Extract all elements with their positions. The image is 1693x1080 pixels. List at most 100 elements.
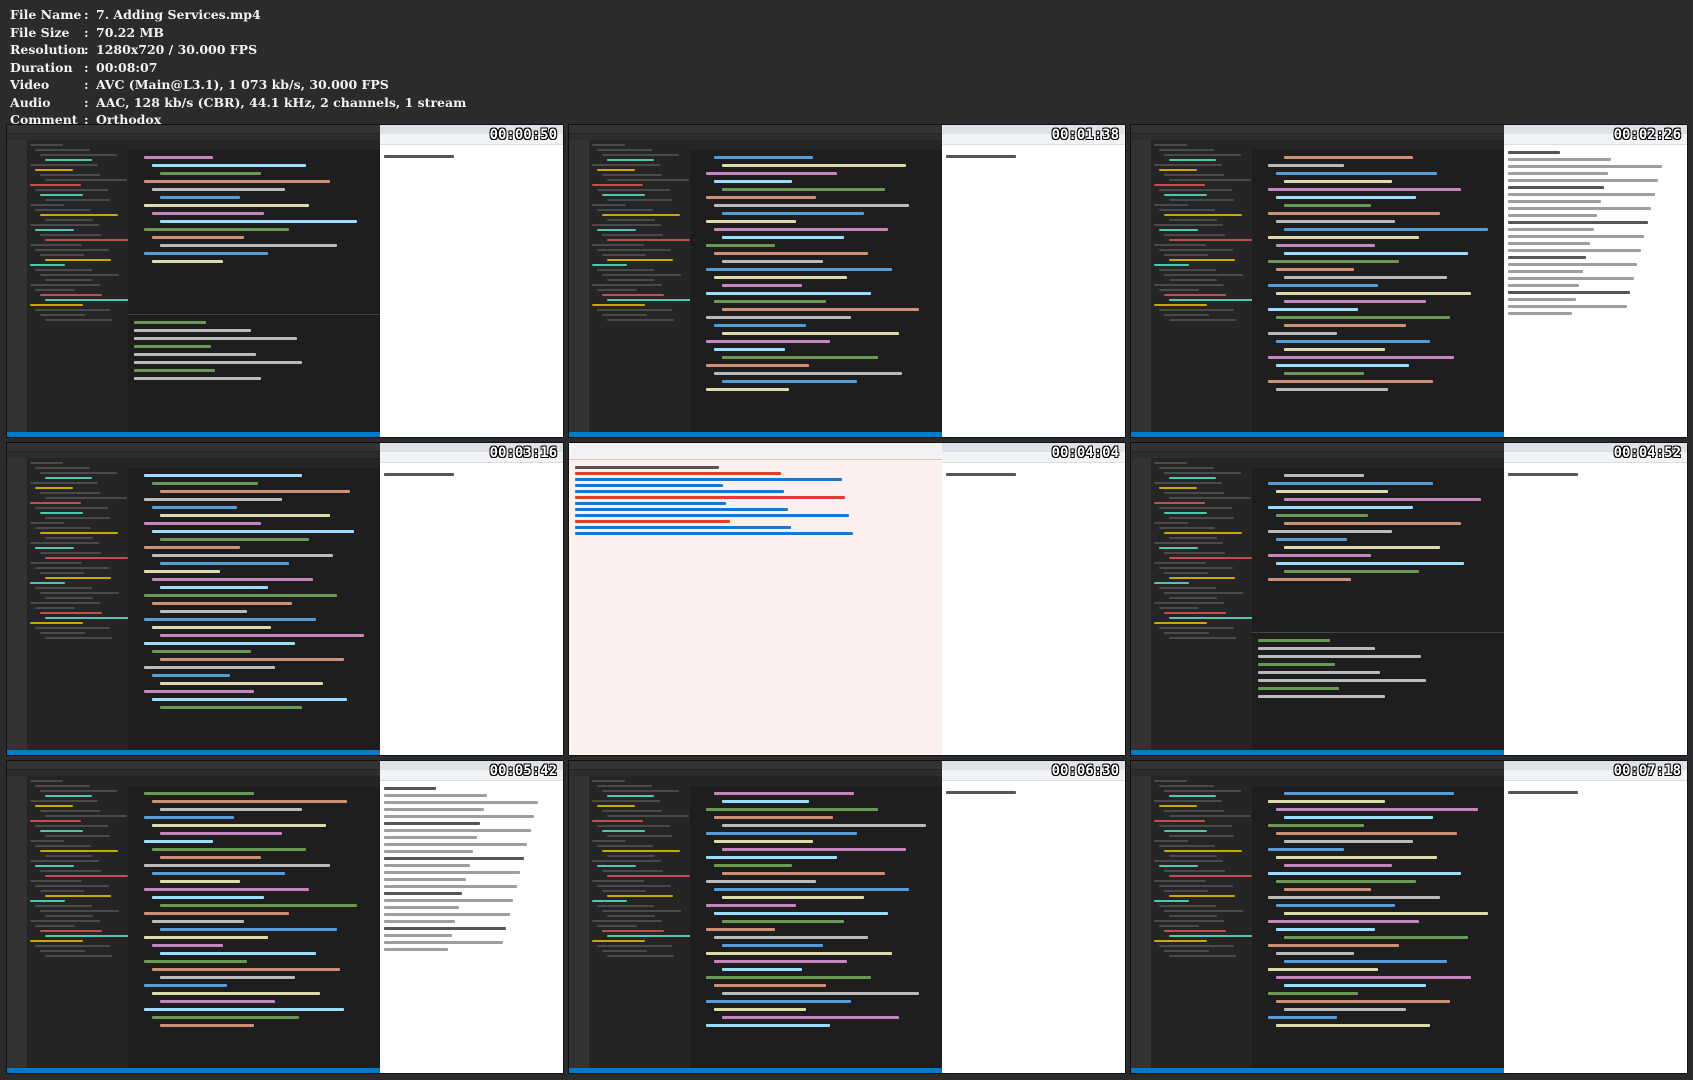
code-line: [152, 554, 334, 557]
explorer-file-entry: [45, 855, 93, 857]
code-line: [144, 960, 248, 963]
explorer-file-entry: [1154, 284, 1225, 286]
explorer-file-entry: [40, 254, 84, 256]
code-line: [152, 824, 327, 827]
code-line: [722, 992, 920, 995]
code-line: [160, 856, 261, 859]
page-text-line: [383, 864, 470, 867]
explorer-file-entry: [1154, 920, 1225, 922]
explorer-file-entry: [1154, 622, 1208, 624]
explorer-sidebar: [27, 140, 129, 432]
code-line: [1284, 816, 1434, 819]
code-line: [706, 292, 872, 295]
metadata-value: AAC, 128 kb/s (CBR), 44.1 kHz, 2 channel…: [96, 94, 467, 110]
code-area: [128, 786, 380, 1068]
explorer-file-entry: [1154, 780, 1188, 782]
explorer-file-entry: [45, 219, 93, 221]
explorer-file-entry: [602, 930, 664, 932]
explorer-file-entry: [30, 164, 99, 166]
explorer-file-entry: [40, 930, 102, 932]
code-line: [1284, 936, 1468, 939]
browser-window-screenshot: [379, 761, 563, 1073]
explorer-file-entry: [40, 890, 84, 892]
explorer-file-entry: [607, 199, 672, 201]
code-line: [1284, 1008, 1406, 1011]
code-line: [706, 904, 796, 907]
console-line: [575, 508, 788, 511]
explorer-file-entry: [35, 607, 75, 609]
explorer-file-entry: [597, 825, 671, 827]
explorer-file-entry: [1154, 562, 1207, 564]
code-line: [160, 928, 337, 931]
code-editor: [128, 140, 380, 432]
editor-tabs: [690, 776, 942, 786]
explorer-file-entry: [592, 800, 661, 802]
terminal-line: [1258, 679, 1426, 683]
explorer-file-entry: [607, 299, 691, 301]
vscode-body: [7, 140, 380, 432]
code-line: [714, 960, 848, 963]
explorer-file-entry: [1164, 592, 1243, 594]
explorer-file-entry: [1159, 905, 1216, 907]
explorer-file-entry: [45, 259, 111, 261]
code-line: [144, 228, 289, 231]
explorer-file-entry: [40, 552, 101, 554]
integrated-terminal: [128, 314, 380, 432]
vscode-title-bar: [7, 443, 380, 452]
video-thumbnail: 00:05:42: [6, 760, 564, 1074]
code-line: [144, 204, 310, 207]
explorer-file-entry: [30, 800, 99, 802]
explorer-file-entry: [30, 622, 84, 624]
explorer-file-entry: [30, 462, 64, 464]
code-line: [152, 848, 306, 851]
page-text-line: [383, 906, 459, 909]
code-line: [152, 236, 244, 239]
code-line: [1268, 530, 1392, 533]
code-area: [128, 150, 380, 314]
vscode-window-screenshot: [1131, 125, 1504, 437]
explorer-file-entry: [592, 244, 645, 246]
page-text-line: [1507, 277, 1634, 280]
explorer-file-entry: [597, 189, 671, 191]
code-line: [1284, 912, 1489, 915]
explorer-file-entry: [602, 910, 681, 912]
explorer-file-entry: [40, 294, 102, 296]
explorer-file-entry: [35, 507, 109, 509]
code-line: [1284, 228, 1489, 231]
page-text-line: [945, 155, 1016, 158]
explorer-file-entry: [592, 820, 644, 822]
explorer-file-entry: [45, 795, 92, 797]
explorer-file-entry: [1159, 269, 1216, 271]
code-line: [152, 968, 341, 971]
editor-tabs: [1252, 140, 1504, 150]
code-area: [690, 786, 942, 1068]
activity-bar: [569, 776, 589, 1068]
console-line: [575, 526, 792, 529]
explorer-file-entry: [1159, 487, 1197, 489]
code-line: [1276, 220, 1396, 223]
explorer-file-entry: [1169, 517, 1234, 519]
page-text-line: [383, 794, 488, 797]
code-line: [152, 800, 348, 803]
explorer-file-entry: [40, 194, 83, 196]
explorer-file-entry: [30, 840, 65, 842]
metadata-value: 1280x720 / 30.000 FPS: [96, 42, 258, 57]
explorer-file-entry: [45, 179, 127, 181]
explorer-file-entry: [30, 264, 66, 266]
code-line: [714, 300, 827, 303]
page-text-line: [1507, 179, 1659, 182]
explorer-file-entry: [597, 309, 673, 311]
explorer-file-entry: [35, 309, 111, 311]
explorer-file-entry: [597, 249, 672, 251]
console-line: [575, 466, 720, 469]
explorer-file-entry: [592, 204, 627, 206]
code-line: [722, 944, 823, 947]
code-line: [706, 856, 837, 859]
browser-window-screenshot: [941, 761, 1125, 1073]
explorer-file-entry: [597, 289, 637, 291]
explorer-file-entry: [1169, 259, 1235, 261]
explorer-file-entry: [1159, 607, 1199, 609]
code-line: [714, 252, 868, 255]
browser-window-screenshot: [941, 125, 1125, 437]
code-line: [144, 912, 289, 915]
